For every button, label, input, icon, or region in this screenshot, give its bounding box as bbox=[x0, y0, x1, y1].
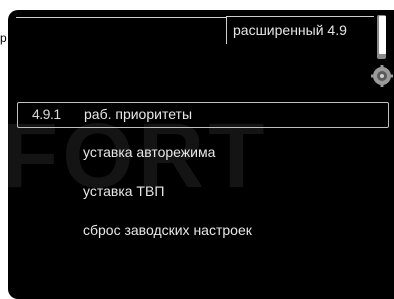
menu-item-label: уставка ТВП bbox=[83, 183, 165, 199]
menu-item-tvp-setpoint[interactable]: уставка ТВП bbox=[17, 180, 389, 206]
menu-item-label: раб. приоритеты bbox=[84, 106, 193, 122]
scrollbar-thumb[interactable] bbox=[379, 16, 386, 54]
menu-item-label: уставка авторежима bbox=[83, 144, 216, 160]
header-divider bbox=[16, 17, 226, 18]
gear-icon bbox=[371, 65, 393, 87]
display-screen: расширенный 4.9 FORT 4.9.1 раб. приорите… bbox=[8, 10, 394, 299]
side-mark: р bbox=[0, 31, 7, 45]
menu-item-auto-mode-setpoint[interactable]: уставка авторежима bbox=[17, 141, 389, 167]
menu-item-number: 4.9.1 bbox=[32, 106, 61, 122]
page-title: расширенный 4.9 bbox=[226, 16, 374, 44]
menu-item-factory-reset[interactable]: сброс заводских настроек bbox=[17, 219, 389, 245]
menu-list: 4.9.1 раб. приоритеты уставка авторежима… bbox=[17, 102, 389, 258]
side-stub: р bbox=[0, 28, 8, 70]
menu-item-label: сброс заводских настроек bbox=[83, 222, 252, 238]
menu-item-work-priorities[interactable]: 4.9.1 раб. приоритеты bbox=[17, 102, 389, 128]
